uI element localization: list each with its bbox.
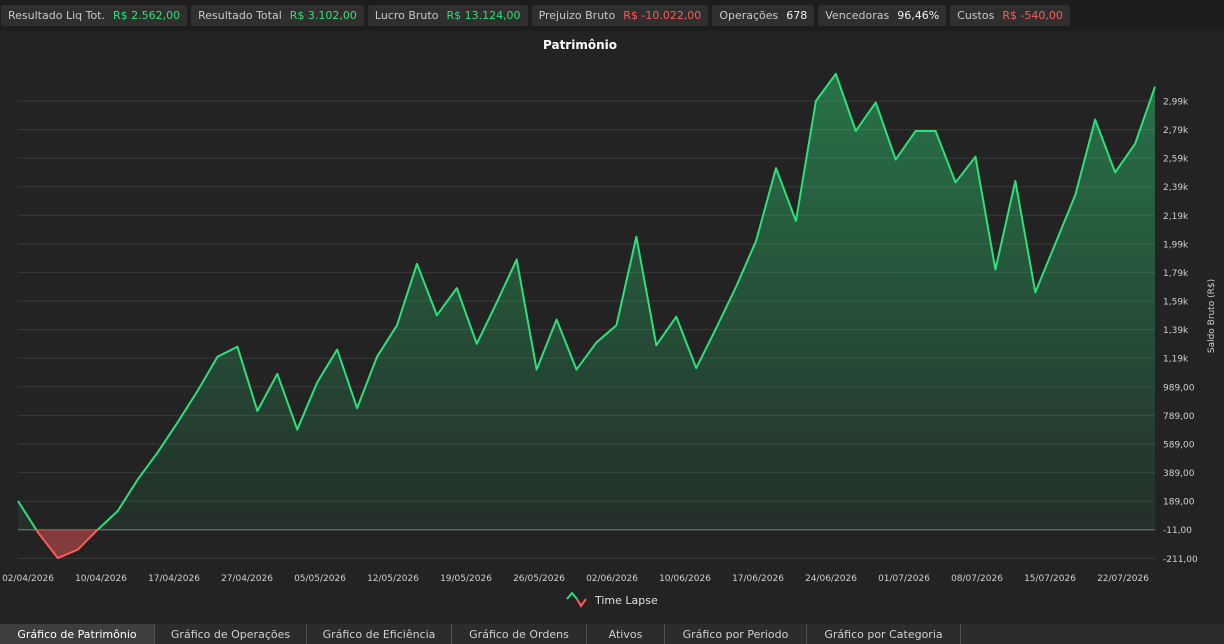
chart-tabs: Gráfico de Patrimônio Gráfico de Operaçõ… (0, 624, 1224, 644)
stat-resultado-liq-tot: Resultado Liq Tot. R$ 2.562,00 (1, 5, 188, 26)
x-tick-label: 26/05/2026 (513, 574, 565, 584)
chart-title: Patrimônio (543, 38, 617, 52)
stat-value: R$ -540,00 (1002, 9, 1063, 22)
y-tick-label: 589,00 (1163, 441, 1195, 451)
area-fill-positive (18, 73, 1155, 530)
x-tick-label: 05/05/2026 (294, 574, 346, 584)
stat-custos: Custos R$ -540,00 (950, 5, 1070, 26)
x-tick-label: 02/06/2026 (586, 574, 638, 584)
stat-label: Custos (957, 9, 995, 22)
stat-value: R$ 2.562,00 (113, 9, 181, 22)
stat-value: 96,46% (897, 9, 940, 22)
tab-grafico-eficiencia[interactable]: Gráfico de Eficiência (307, 624, 452, 644)
y-tick-label: 2,59k (1163, 155, 1189, 165)
y-tick-label: 389,00 (1163, 469, 1195, 479)
y-tick-label: 1,59k (1163, 298, 1189, 308)
summary-stats-bar: Resultado Liq Tot. R$ 2.562,00 Resultado… (0, 0, 1224, 31)
stat-resultado-total: Resultado Total R$ 3.102,00 (191, 5, 364, 26)
stat-value: 678 (786, 9, 808, 22)
x-tick-label: 02/04/2026 (2, 574, 54, 584)
x-tick-label: 24/06/2026 (805, 574, 857, 584)
x-tick-label: 01/07/2026 (878, 574, 930, 584)
x-tick-label: 17/04/2026 (148, 574, 200, 584)
x-tick-label: 10/06/2026 (659, 574, 711, 584)
equity-chart-panel[interactable]: Patrimônio -211,00 -11,00 189,00 389,00 589,… (0, 31, 1224, 624)
y-tick-label: 989,00 (1163, 383, 1195, 393)
stat-value: R$ 13.124,00 (446, 9, 521, 22)
stat-label: Lucro Bruto (374, 9, 439, 22)
y-tick-label: 2,39k (1163, 183, 1189, 193)
legend-line-icon (566, 591, 587, 608)
y-tick-label: -11,00 (1163, 526, 1192, 536)
tab-ativos[interactable]: Ativos (587, 624, 665, 644)
stat-operacoes: Operações 678 (712, 5, 815, 26)
y-tick-label: 2,19k (1163, 212, 1189, 222)
x-tick-label: 17/06/2026 (732, 574, 784, 584)
stat-lucro-bruto: Lucro Bruto R$ 13.124,00 (367, 5, 528, 26)
legend-icon-down (576, 598, 587, 608)
y-tick-label: 2,99k (1163, 98, 1189, 108)
stat-vencedoras: Vencedoras 96,46% (818, 5, 947, 26)
y-tick-label: -211,00 (1163, 555, 1198, 565)
y-tick-label: 1,19k (1163, 355, 1189, 365)
tab-grafico-ordens[interactable]: Gráfico de Ordens (452, 624, 587, 644)
stat-label: Prejuizo Bruto (538, 9, 616, 22)
equity-chart[interactable]: Patrimônio -211,00 -11,00 189,00 389,00 589,… (0, 31, 1224, 624)
legend-icon-up (566, 591, 578, 600)
tab-grafico-categoria[interactable]: Gráfico por Categoria (807, 624, 961, 644)
stat-value: R$ -10.022,00 (623, 9, 702, 22)
x-tick-label: 27/04/2026 (221, 574, 273, 584)
stat-label: Resultado Liq Tot. (8, 9, 105, 22)
x-tick-label: 12/05/2026 (367, 574, 419, 584)
tab-grafico-operacoes[interactable]: Gráfico de Operações (155, 624, 307, 644)
tab-grafico-periodo[interactable]: Gráfico por Periodo (665, 624, 807, 644)
y-axis-tick-labels: -211,00 -11,00 189,00 389,00 589,00 789,00 989… (1163, 98, 1198, 565)
stat-prejuizo-bruto: Prejuizo Bruto R$ -10.022,00 (531, 5, 709, 26)
y-axis-label: Saldo Bruto (R$) (1207, 279, 1217, 353)
y-tick-label: 189,00 (1163, 498, 1195, 508)
x-tick-label: 08/07/2026 (951, 574, 1003, 584)
x-axis-tick-labels: 02/04/2026 10/04/2026 17/04/2026 27/04/2026… (2, 574, 1149, 584)
stat-label: Operações (719, 9, 779, 22)
x-tick-label: 22/07/2026 (1097, 574, 1149, 584)
x-tick-label: 15/07/2026 (1024, 574, 1076, 584)
equity-area (17, 72, 1156, 560)
stat-label: Resultado Total (198, 9, 282, 22)
y-tick-label: 2,79k (1163, 126, 1189, 136)
y-tick-label: 789,00 (1163, 412, 1195, 422)
y-tick-label: 1,39k (1163, 326, 1189, 336)
y-tick-label: 1,79k (1163, 269, 1189, 279)
x-tick-label: 10/04/2026 (75, 574, 127, 584)
y-tick-label: 1,99k (1163, 240, 1189, 250)
legend-label: Time Lapse (594, 594, 658, 607)
chart-legend[interactable]: Time Lapse (566, 591, 658, 608)
stat-label: Vencedoras (825, 9, 890, 22)
stat-value: R$ 3.102,00 (289, 9, 357, 22)
x-tick-label: 19/05/2026 (440, 574, 492, 584)
tab-grafico-patrimonio[interactable]: Gráfico de Patrimônio (0, 624, 155, 644)
